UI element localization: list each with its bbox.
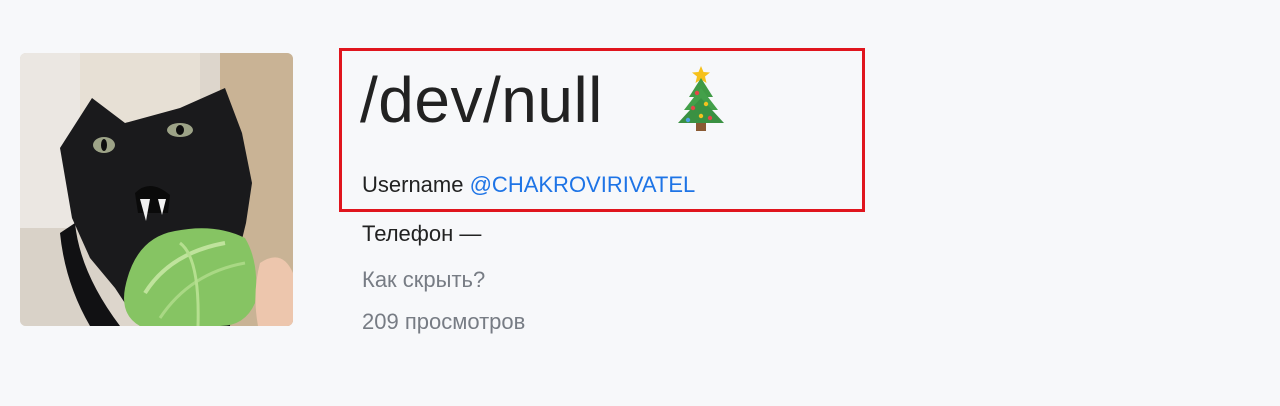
views-count: 209 просмотров (362, 309, 526, 334)
username-row: Username @CHAKROVIRIVATEL (362, 170, 695, 200)
christmas-tree-icon (678, 66, 724, 131)
username-label: Username (362, 172, 470, 197)
avatar-image (20, 53, 293, 326)
username-link[interactable]: @CHAKROVIRIVATEL (470, 172, 696, 197)
profile-avatar[interactable] (20, 53, 293, 326)
hide-phone-link[interactable]: Как скрыть? (362, 265, 485, 295)
profile-name: /dev/null (360, 64, 603, 136)
phone-row: Телефон — (362, 221, 482, 246)
